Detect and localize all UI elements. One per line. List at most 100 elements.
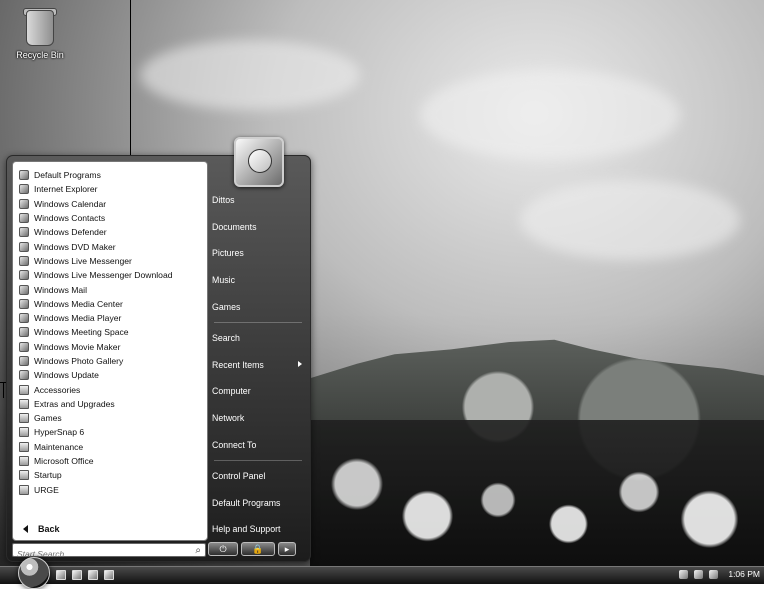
program-folder-maintenance[interactable]: Maintenance bbox=[13, 440, 207, 454]
recycle-bin[interactable]: Recycle Bin bbox=[10, 8, 70, 66]
program-folder-startup[interactable]: Startup bbox=[13, 468, 207, 482]
program-label: Windows Media Center bbox=[34, 298, 123, 309]
security-icon[interactable] bbox=[694, 569, 704, 579]
taskbar-clock[interactable]: 1:06 PM bbox=[728, 569, 760, 579]
program-label: Windows Live Messenger bbox=[34, 255, 132, 266]
places-item-connect-to[interactable]: Connect To bbox=[208, 431, 308, 458]
program-folder-urge[interactable]: URGE bbox=[13, 483, 207, 497]
volume-icon[interactable] bbox=[709, 569, 719, 579]
search-icon[interactable]: ⌕ bbox=[195, 545, 201, 556]
program-item-windows-meeting-space[interactable]: Windows Meeting Space bbox=[13, 325, 207, 339]
chevron-right-icon: ▸ bbox=[284, 543, 290, 554]
places-item-help-and-support[interactable]: Help and Support bbox=[208, 516, 308, 543]
program-label: Microsoft Office bbox=[34, 456, 94, 467]
program-folder-extras-and-upgrades[interactable]: Extras and Upgrades bbox=[13, 397, 207, 411]
system-tray: 1:06 PM bbox=[679, 569, 760, 579]
program-item-windows-mail[interactable]: Windows Mail bbox=[13, 282, 207, 296]
program-item-windows-calendar[interactable]: Windows Calendar bbox=[13, 197, 207, 211]
places-item-recent-items[interactable]: Recent Items bbox=[208, 352, 308, 379]
cloud-shape bbox=[140, 40, 360, 110]
default-programs-icon bbox=[19, 170, 29, 181]
places-item-music[interactable]: Music bbox=[208, 267, 308, 294]
folder-icon bbox=[19, 384, 29, 395]
places-item-documents[interactable]: Documents bbox=[208, 214, 308, 241]
media-player-icon[interactable] bbox=[104, 570, 114, 580]
program-label: Default Programs bbox=[34, 170, 101, 181]
power-button[interactable]: ⏻ bbox=[208, 542, 238, 556]
program-label: Startup bbox=[34, 470, 62, 481]
places-item-computer[interactable]: Computer bbox=[208, 378, 308, 405]
places-item-network[interactable]: Network bbox=[208, 405, 308, 432]
program-item-windows-media-player[interactable]: Windows Media Player bbox=[13, 311, 207, 325]
windows-update-icon bbox=[19, 370, 29, 381]
program-item-windows-contacts[interactable]: Windows Contacts bbox=[13, 211, 207, 225]
folder-icon bbox=[19, 441, 29, 452]
power-options-button[interactable]: ▸ bbox=[278, 542, 296, 556]
start-menu-places-pane: Dittos Documents Pictures Music Games Se… bbox=[208, 187, 308, 539]
places-item-search[interactable]: Search bbox=[208, 325, 308, 352]
places-item-label: Control Panel bbox=[212, 471, 266, 482]
start-search-box[interactable]: ⌕ bbox=[12, 543, 206, 560]
program-folder-microsoft-office[interactable]: Microsoft Office bbox=[13, 454, 207, 468]
program-item-windows-live-messenger-download[interactable]: Windows Live Messenger Download bbox=[13, 268, 207, 282]
back-label: Back bbox=[38, 524, 60, 534]
program-label: Windows DVD Maker bbox=[34, 241, 116, 252]
program-folder-games[interactable]: Games bbox=[13, 411, 207, 425]
places-item-control-panel[interactable]: Control Panel bbox=[208, 463, 308, 490]
places-item-label: Search bbox=[212, 333, 240, 344]
places-item-games[interactable]: Games bbox=[208, 293, 308, 320]
network-icon[interactable] bbox=[679, 569, 689, 579]
places-item-label: Pictures bbox=[212, 248, 244, 259]
folder-icon bbox=[19, 413, 29, 424]
places-item-label: Games bbox=[212, 301, 241, 312]
places-item-label: Dittos bbox=[212, 195, 235, 206]
movie-maker-icon bbox=[19, 341, 29, 352]
program-item-windows-update[interactable]: Windows Update bbox=[13, 368, 207, 382]
program-label: Windows Meeting Space bbox=[34, 327, 129, 338]
places-item-default-programs[interactable]: Default Programs bbox=[208, 490, 308, 517]
power-controls: ⏻ 🔒 ▸ bbox=[208, 542, 300, 556]
program-item-windows-photo-gallery[interactable]: Windows Photo Gallery bbox=[13, 354, 207, 368]
switch-windows-icon[interactable] bbox=[72, 570, 82, 580]
show-desktop-icon[interactable] bbox=[56, 570, 66, 580]
cloud-shape bbox=[520, 180, 740, 260]
program-item-windows-media-center[interactable]: Windows Media Center bbox=[13, 297, 207, 311]
user-avatar[interactable] bbox=[234, 137, 284, 187]
defender-icon bbox=[19, 227, 29, 238]
places-item-dittos[interactable]: Dittos bbox=[208, 187, 308, 214]
places-separator bbox=[214, 459, 302, 461]
photo-gallery-icon bbox=[19, 356, 29, 366]
folder-icon bbox=[19, 470, 29, 481]
program-item-windows-dvd-maker[interactable]: Windows DVD Maker bbox=[13, 239, 207, 253]
program-label: Internet Explorer bbox=[34, 184, 98, 195]
start-button[interactable] bbox=[18, 557, 50, 589]
program-item-internet-explorer[interactable]: Internet Explorer bbox=[13, 182, 207, 196]
program-label: Windows Defender bbox=[34, 227, 107, 238]
recycle-bin-icon bbox=[26, 10, 54, 46]
dvd-maker-icon bbox=[19, 241, 29, 252]
places-item-label: Recent Items bbox=[212, 359, 264, 370]
callout-line-top bbox=[130, 0, 131, 172]
program-label: HyperSnap 6 bbox=[34, 427, 85, 438]
places-item-pictures[interactable]: Pictures bbox=[208, 240, 308, 267]
folder-icon bbox=[19, 427, 29, 438]
program-label: Windows Media Player bbox=[34, 313, 122, 324]
program-item-default-programs[interactable]: Default Programs bbox=[13, 168, 207, 182]
internet-explorer-icon[interactable] bbox=[88, 570, 98, 580]
program-label: Windows Movie Maker bbox=[34, 341, 121, 352]
lock-icon: 🔒 bbox=[252, 543, 264, 554]
program-item-windows-movie-maker[interactable]: Windows Movie Maker bbox=[13, 340, 207, 354]
program-item-windows-defender[interactable]: Windows Defender bbox=[13, 225, 207, 239]
program-label: Windows Mail bbox=[34, 284, 88, 295]
program-item-windows-live-messenger[interactable]: Windows Live Messenger bbox=[13, 254, 207, 268]
lock-button[interactable]: 🔒 bbox=[241, 542, 275, 556]
cloud-shape bbox=[420, 70, 680, 160]
submenu-arrow-icon bbox=[298, 360, 302, 367]
taskbar: 1:06 PM bbox=[0, 557, 764, 589]
user-avatar-image bbox=[248, 149, 272, 173]
program-label: Windows Update bbox=[34, 370, 99, 381]
program-folder-hypersnap-6[interactable]: HyperSnap 6 bbox=[13, 425, 207, 439]
back-button[interactable]: Back bbox=[23, 524, 60, 534]
program-folder-accessories[interactable]: Accessories bbox=[13, 382, 207, 396]
program-label: Windows Calendar bbox=[34, 198, 107, 209]
